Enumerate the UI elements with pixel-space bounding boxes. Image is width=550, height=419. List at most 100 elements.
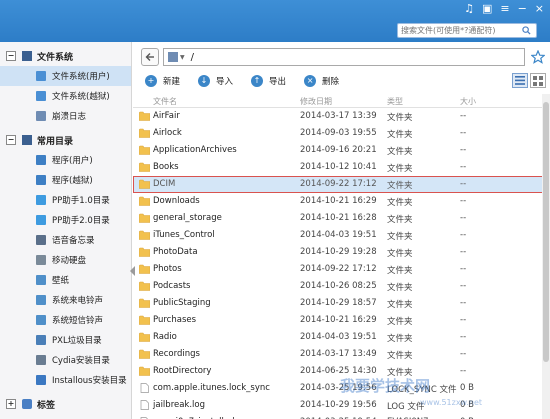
sidebar-item[interactable]: Installous安装目录 [0, 370, 131, 390]
sidebar-item[interactable]: 系统短信铃声 [0, 310, 131, 330]
star-icon[interactable] [531, 50, 545, 64]
file-date: 2014-04-03 19:51 [300, 332, 377, 342]
skin-icon[interactable]: ▣ [482, 2, 492, 16]
file-icon [140, 400, 149, 410]
search-box[interactable] [397, 23, 537, 38]
delete-button[interactable]: × 删除 [304, 75, 339, 87]
file-size: -- [460, 298, 467, 308]
column-date[interactable]: 修改日期 [300, 96, 332, 107]
file-date: 2014-10-29 18:57 [300, 298, 377, 308]
sidebar-item[interactable]: 文件系统(用户) [0, 66, 131, 86]
sidebar-item[interactable]: 语音备忘录 [0, 230, 131, 250]
sidebar-item-label: 程序(用户) [52, 156, 93, 166]
close-icon[interactable]: × [535, 2, 544, 16]
folder-icon [139, 332, 150, 342]
sidebar-item[interactable]: 壁纸 [0, 270, 131, 290]
sidebar-item[interactable]: 程序(越狱) [0, 170, 131, 190]
scrollbar[interactable] [542, 94, 550, 419]
new-button[interactable]: + 新建 [145, 75, 180, 87]
sidebar-item[interactable]: 移动硬盘 [0, 250, 131, 270]
path-input[interactable]: ▼ / [163, 48, 525, 66]
sidebar-section-header[interactable]: − 文件系统 [0, 46, 131, 66]
sidebar-item[interactable]: PP助手1.0目录 [0, 190, 131, 210]
collapse-icon[interactable]: − [6, 135, 16, 145]
folder-icon [36, 295, 46, 305]
sidebar-item[interactable]: 文件系统(越狱) [0, 86, 131, 106]
music-icon[interactable]: ♫ [464, 2, 474, 16]
search-icon[interactable] [521, 26, 531, 36]
file-date: 2014-03-17 13:39 [300, 111, 377, 121]
file-name: RootDirectory [153, 366, 212, 376]
table-row[interactable]: PhotoData 2014-10-29 19:28 文件夹 -- [133, 244, 550, 261]
folder-icon [139, 111, 150, 121]
file-list: AirFair 2014-03-17 13:39 文件夹 -- Airlock 2014-… [133, 108, 550, 419]
minimize-icon[interactable]: − [518, 2, 527, 16]
file-size: -- [460, 128, 467, 138]
sidebar-item-label: 文件系统(越狱) [52, 92, 110, 102]
folder-icon [36, 275, 46, 285]
menu-icon[interactable]: ≡ [500, 2, 509, 16]
export-icon: ↑ [251, 75, 264, 87]
import-button[interactable]: ↓ 导入 [198, 75, 233, 87]
column-size[interactable]: 大小 [460, 96, 476, 107]
sidebar-section-header[interactable]: − 常用目录 [0, 130, 131, 150]
folder-icon [36, 235, 46, 245]
export-button[interactable]: ↑ 导出 [251, 75, 286, 87]
search-input[interactable] [401, 26, 521, 35]
table-row[interactable]: iTunes_Control 2014-04-03 19:51 文件夹 -- [133, 227, 550, 244]
folder-icon [139, 145, 150, 155]
sidebar-section-header[interactable]: + 标签 [0, 394, 131, 414]
chevron-down-icon[interactable]: ▼ [180, 54, 185, 61]
file-name: Airlock [153, 128, 182, 138]
table-row[interactable]: Downloads 2014-10-21 16:29 文件夹 -- [133, 193, 550, 210]
sidebar-item[interactable]: PXL垃圾目录 [0, 330, 131, 350]
back-button[interactable] [141, 48, 159, 66]
table-row[interactable]: AirFair 2014-03-17 13:39 文件夹 -- [133, 108, 550, 125]
table-header: 文件名 修改日期 类型 大小 [133, 94, 550, 108]
file-size: -- [460, 111, 467, 121]
folder-icon [36, 375, 46, 385]
table-row[interactable]: Radio 2014-04-03 19:51 文件夹 -- [133, 329, 550, 346]
table-row[interactable]: Podcasts 2014-10-26 08:25 文件夹 -- [133, 278, 550, 295]
file-date: 2014-10-21 16:29 [300, 315, 377, 325]
table-row[interactable]: Books 2014-10-12 10:41 文件夹 -- [133, 159, 550, 176]
grid-icon [533, 75, 543, 86]
file-size: -- [460, 281, 467, 291]
file-type: 文件夹 [387, 300, 413, 310]
file-name: jailbreak.log [153, 400, 206, 410]
file-size: -- [460, 247, 467, 257]
table-row[interactable]: Airlock 2014-09-03 19:55 文件夹 -- [133, 125, 550, 142]
folder-icon [139, 230, 150, 240]
expand-icon[interactable]: + [6, 399, 16, 409]
table-row[interactable]: Recordings 2014-03-17 13:49 文件夹 -- [133, 346, 550, 363]
table-row[interactable]: jailbreak.log 2014-10-29 19:56 LOG 文件 0 B [133, 397, 550, 414]
table-row[interactable]: Purchases 2014-10-21 16:29 文件夹 -- [133, 312, 550, 329]
list-icon [515, 76, 525, 85]
file-name: Purchases [153, 315, 197, 325]
sidebar-item-label: 系统短信铃声 [52, 316, 104, 326]
sidebar-item[interactable]: 程序(用户) [0, 150, 131, 170]
scrollbar-thumb[interactable] [543, 102, 549, 362]
column-name[interactable]: 文件名 [153, 96, 177, 107]
table-row[interactable]: PublicStaging 2014-10-29 18:57 文件夹 -- [133, 295, 550, 312]
list-view-button[interactable] [512, 73, 528, 88]
column-type[interactable]: 类型 [387, 96, 403, 107]
sidebar-item[interactable]: 崩溃日志 [0, 106, 131, 126]
folder-icon [36, 91, 46, 101]
sidebar-item[interactable]: 系统来电铃声 [0, 290, 131, 310]
file-type: 文件夹 [387, 215, 413, 225]
file-date: 2014-09-03 19:55 [300, 128, 377, 138]
table-row[interactable]: .evasi0n7_installed2014-03-25 19:54EVASI… [133, 414, 550, 419]
file-size: -- [460, 366, 467, 376]
table-row[interactable]: Photos 2014-09-22 17:12 文件夹 -- [133, 261, 550, 278]
sidebar-item[interactable]: PP助手2.0目录 [0, 210, 131, 230]
table-row[interactable]: general_storage 2014-10-21 16:28 文件夹 -- [133, 210, 550, 227]
collapse-icon[interactable]: − [6, 51, 16, 61]
file-size: -- [460, 332, 467, 342]
sidebar-item[interactable]: Cydia安装目录 [0, 350, 131, 370]
sidebar-item-label: 系统来电铃声 [52, 296, 104, 306]
folder-icon [139, 162, 150, 172]
grid-view-button[interactable] [530, 73, 546, 88]
table-row[interactable]: DCIM 2014-09-22 17:12 文件夹 -- [133, 176, 550, 193]
table-row[interactable]: ApplicationArchives 2014-09-16 20:21 文件夹 -- [133, 142, 550, 159]
